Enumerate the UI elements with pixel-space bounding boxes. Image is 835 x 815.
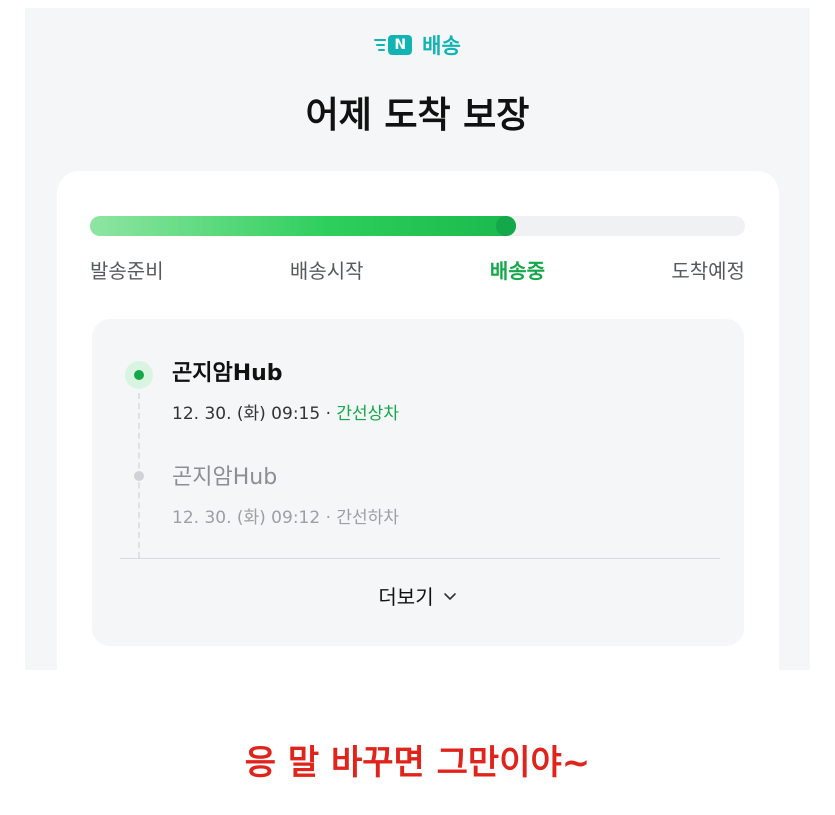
- brand-badge: N: [388, 35, 413, 55]
- event-location: 곤지암Hub: [172, 465, 278, 490]
- event-meta: 12. 30. (화) 09:12 · 간선하차: [172, 503, 399, 528]
- timeline-event-current: 곤지암Hub 12. 30. (화) 09:15 · 간선상차: [172, 355, 399, 424]
- event-separator: ·: [325, 508, 331, 528]
- event-separator: ·: [325, 404, 331, 424]
- progress-steps: 발송준비 배송시작 배송중 도착예정: [90, 255, 745, 284]
- progress-indicator: [495, 216, 516, 236]
- more-button-label: 더보기: [378, 585, 434, 609]
- divider: [120, 558, 720, 559]
- speed-line: [378, 49, 386, 51]
- current-location-icon: [125, 361, 153, 389]
- app-screen: N 배송 어제 도착 보장 발송준비 배송시작 배송중 도착예정 곤지암Hub …: [25, 8, 810, 670]
- event-status: 간선상차: [336, 404, 399, 424]
- step-in-transit: 배송중: [489, 259, 546, 283]
- event-meta: 12. 30. (화) 09:15 · 간선상차: [172, 399, 399, 424]
- progress-bar: [90, 216, 745, 236]
- step-expected: 도착예정: [671, 259, 745, 283]
- progress-fill: [90, 216, 516, 236]
- step-ready: 발송준비: [90, 259, 164, 283]
- timeline-event-past: 곤지암Hub 12. 30. (화) 09:12 · 간선하차: [172, 459, 399, 528]
- brand-label: 배송: [422, 34, 461, 58]
- speed-line: [376, 44, 386, 46]
- speed-line: [374, 39, 387, 41]
- step-started: 배송시작: [289, 259, 364, 283]
- event-datetime: 12. 30. (화) 09:15: [172, 404, 321, 424]
- past-location-icon: [134, 471, 144, 481]
- brand-header: N 배송: [25, 30, 810, 60]
- more-button[interactable]: 더보기: [92, 581, 744, 610]
- event-datetime: 12. 30. (화) 09:12: [172, 508, 321, 528]
- delivery-truck-icon: N: [374, 33, 416, 57]
- event-status: 간선하차: [336, 508, 399, 528]
- chevron-down-icon: [443, 592, 456, 600]
- meme-caption: 응 말 바꾸면 그만이야~: [244, 743, 591, 783]
- page-title: 어제 도착 보장: [305, 95, 530, 136]
- event-location: 곤지암Hub: [172, 361, 283, 386]
- tracking-card: 발송준비 배송시작 배송중 도착예정 곤지암Hub 12. 30. (화) 09…: [57, 171, 779, 670]
- timeline: 곤지암Hub 12. 30. (화) 09:15 · 간선상차 곤지암Hub 1…: [92, 319, 744, 646]
